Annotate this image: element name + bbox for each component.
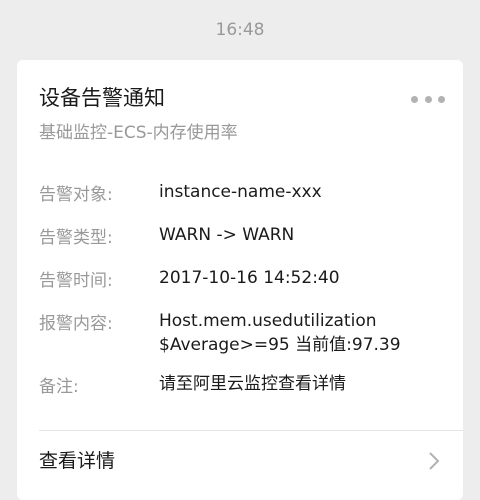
- field-value: instance-name-xxx: [159, 182, 322, 202]
- card-subtitle: 基础监控-ECS-内存使用率: [39, 123, 238, 143]
- alarm-notification-card[interactable]: 设备告警通知 基础监控-ECS-内存使用率 告警对象: instance-nam…: [17, 60, 463, 500]
- field-value: WARN -> WARN: [159, 225, 295, 245]
- chevron-right-icon: [429, 452, 440, 470]
- field-label: 备注:: [39, 377, 79, 397]
- view-details-label: 查看详情: [39, 450, 116, 472]
- view-details-link[interactable]: 查看详情: [17, 431, 463, 491]
- dot-icon: [438, 95, 445, 103]
- field-value: 请至阿里云监控查看详情: [159, 374, 346, 394]
- message-timestamp: 16:48: [215, 20, 265, 40]
- field-label: 告警类型:: [39, 228, 113, 248]
- field-label: 告警对象:: [39, 185, 113, 205]
- more-options-icon[interactable]: [411, 90, 445, 108]
- field-value: Host.mem.usedutilization $Average>=95 当前…: [159, 311, 401, 355]
- field-label: 告警时间:: [39, 271, 113, 291]
- dot-icon: [424, 95, 432, 103]
- field-value: 2017-10-16 14:52:40: [159, 268, 340, 288]
- dot-icon: [411, 95, 418, 103]
- field-label: 报警内容:: [39, 314, 113, 334]
- card-title: 设备告警通知: [39, 86, 165, 110]
